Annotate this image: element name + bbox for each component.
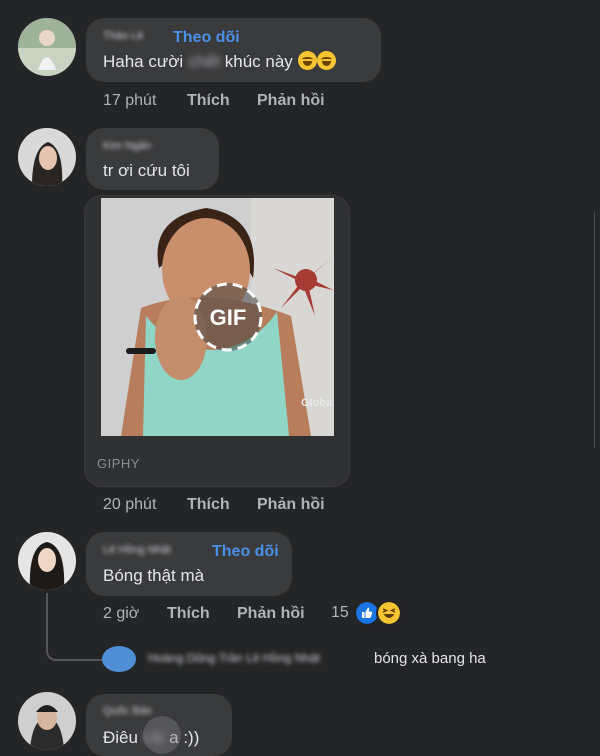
comment-time[interactable]: 20 phút	[103, 496, 156, 514]
comment-author[interactable]: Quốc Bảo	[103, 705, 152, 717]
comment-time[interactable]: 2 giờ	[103, 605, 139, 623]
gif-badge-label: GIF	[210, 305, 247, 330]
haha-reaction-icon	[376, 600, 402, 626]
like-button[interactable]: Thích	[167, 605, 210, 623]
scrollbar[interactable]	[594, 212, 600, 448]
follow-link[interactable]: Theo dõi	[173, 29, 240, 47]
reply-text: bóng xà bang ha	[374, 650, 486, 667]
comment-author[interactable]: Thảo Lê	[103, 30, 143, 42]
comment-time[interactable]: 17 phút	[103, 92, 156, 110]
reply-author[interactable]: Hoàng Dũng Trần Lê Hồng Nhật	[148, 651, 320, 665]
avatar-image	[18, 532, 76, 590]
reply-button[interactable]: Phản hồi	[237, 605, 305, 623]
reply-avatar	[102, 646, 136, 672]
like-button[interactable]: Thích	[187, 92, 230, 110]
reply-thread-line	[46, 593, 104, 661]
reaction-summary[interactable]	[354, 600, 404, 626]
comment-author[interactable]: Lê Hồng Nhật	[103, 544, 171, 556]
reply-button[interactable]: Phản hồi	[257, 92, 325, 110]
comment-bubble	[86, 532, 292, 596]
rolling-laughing-emoji	[297, 51, 317, 70]
comment-author[interactable]: Kim Ngân	[103, 140, 151, 152]
commenter-avatar[interactable]	[18, 692, 76, 750]
avatar-image	[18, 18, 76, 76]
comment-text: Haha cười chết khúc này	[103, 51, 336, 72]
like-button[interactable]: Thích	[187, 496, 230, 514]
avatar-image	[18, 692, 76, 750]
follow-link[interactable]: Theo dõi	[212, 543, 279, 561]
gif-play-icon[interactable]: GIF	[191, 280, 265, 354]
gif-attachment[interactable]: Globa GIF GIPHY	[84, 195, 350, 487]
avatar-image	[18, 128, 76, 186]
comment-text: tr ơi cứu tôi	[103, 161, 190, 180]
comment-text: Bóng thật mà	[103, 566, 205, 585]
commenter-avatar[interactable]	[18, 18, 76, 76]
commenter-avatar[interactable]	[18, 532, 76, 590]
rolling-laughing-emoji	[316, 51, 336, 70]
gif-image[interactable]: Globa GIF	[101, 198, 334, 436]
reaction-count[interactable]: 15	[331, 604, 349, 622]
gif-source-label[interactable]: GIPHY	[97, 456, 140, 471]
scroll-overlay-icon	[143, 716, 181, 754]
reply-button[interactable]: Phản hồi	[257, 496, 325, 514]
commenter-avatar[interactable]	[18, 128, 76, 186]
censored-word: chết	[187, 52, 221, 71]
reply-preview[interactable]: Hoàng Dũng Trần Lê Hồng Nhật bóng xà ban…	[102, 645, 502, 673]
comment-bubble	[86, 18, 381, 82]
gif-watermark: Globa	[301, 397, 333, 409]
